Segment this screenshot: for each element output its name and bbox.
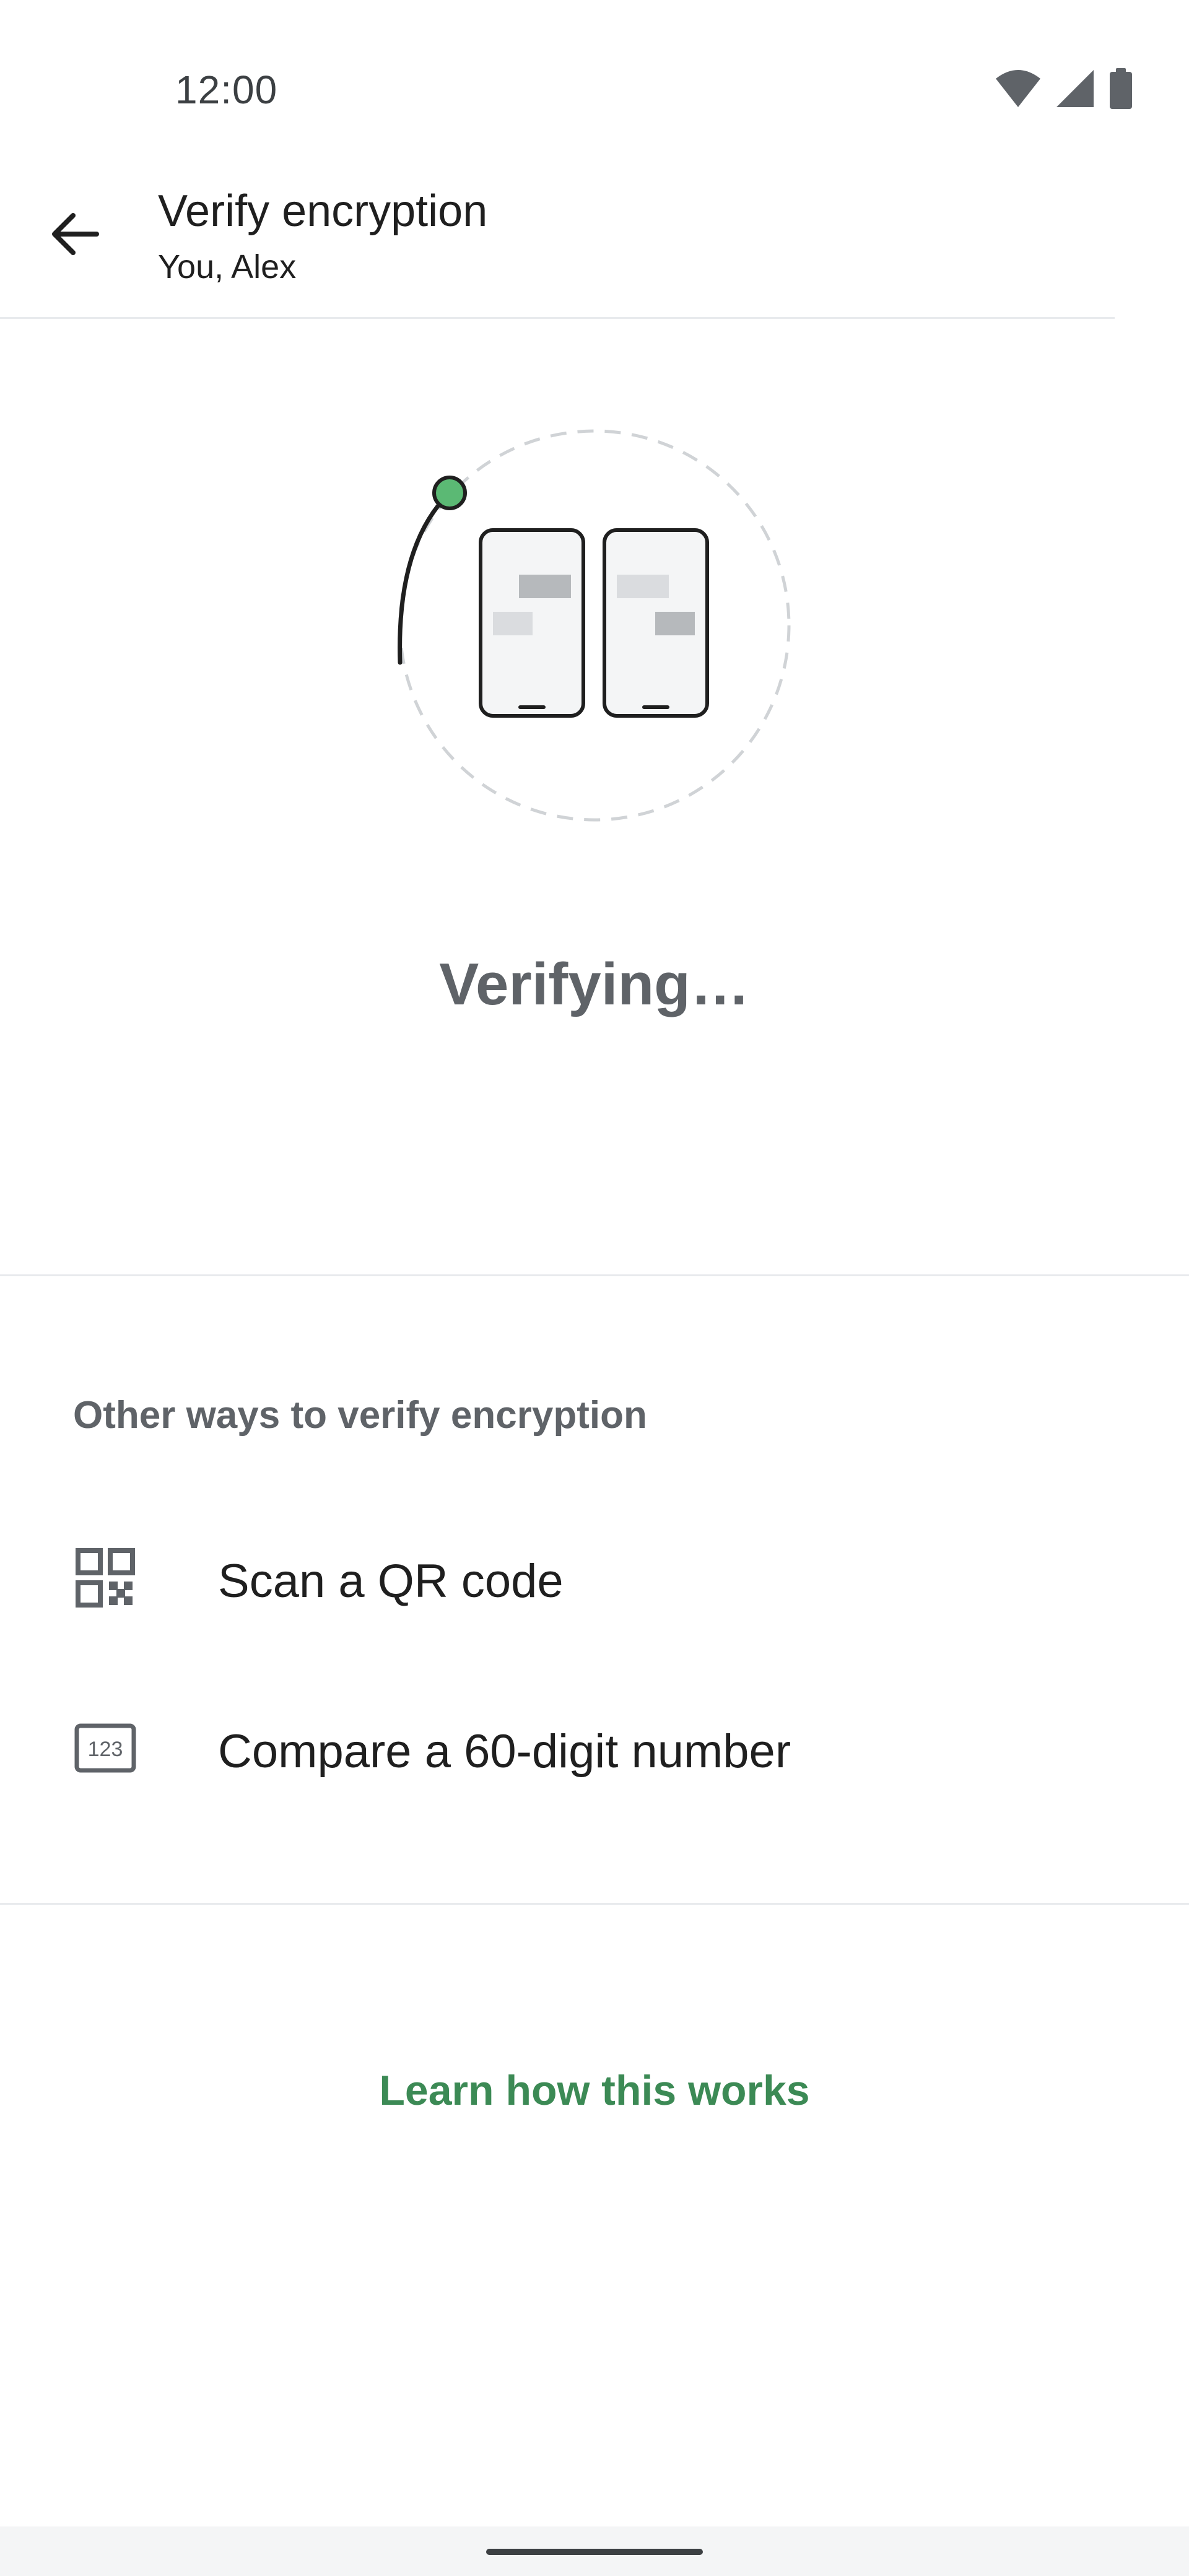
battery-icon (1108, 67, 1133, 112)
learn-how-link[interactable]: Learn how this works (0, 2066, 1189, 2115)
divider (0, 1274, 1189, 1276)
status-bar: 12:00 (0, 0, 1189, 161)
verifying-status: Verifying… (439, 951, 750, 1017)
verify-encryption-screen: 12:00 Verify encryption You, Alex Verify… (0, 0, 1189, 2576)
two-phones-verification-illustration (384, 421, 805, 842)
svg-text:123: 123 (88, 1738, 123, 1761)
compare-number-label: Compare a 60-digit number (218, 1725, 791, 1778)
app-bar: Verify encryption You, Alex (0, 161, 1189, 316)
signal-icon (1055, 69, 1095, 111)
back-button[interactable] (37, 198, 111, 272)
number-123-icon: 123 (74, 1717, 136, 1779)
divider (0, 317, 1115, 319)
navigation-bar (0, 2526, 1189, 2576)
arrow-back-icon (48, 208, 100, 263)
compare-number-option[interactable]: 123 Compare a 60-digit number (0, 1669, 1189, 1824)
other-ways-heading: Other ways to verify encryption (73, 1394, 647, 1437)
status-time: 12:00 (175, 67, 278, 112)
scan-qr-code-option[interactable]: Scan a QR code (0, 1499, 1189, 1653)
page-title: Verify encryption (158, 186, 488, 236)
page-subtitle: You, Alex (158, 248, 297, 285)
status-icons (995, 67, 1133, 112)
home-gesture-handle[interactable] (486, 2549, 703, 2555)
qr-code-icon (74, 1547, 136, 1609)
scan-qr-code-label: Scan a QR code (218, 1555, 564, 1608)
wifi-icon (995, 69, 1042, 111)
divider (0, 1903, 1189, 1905)
